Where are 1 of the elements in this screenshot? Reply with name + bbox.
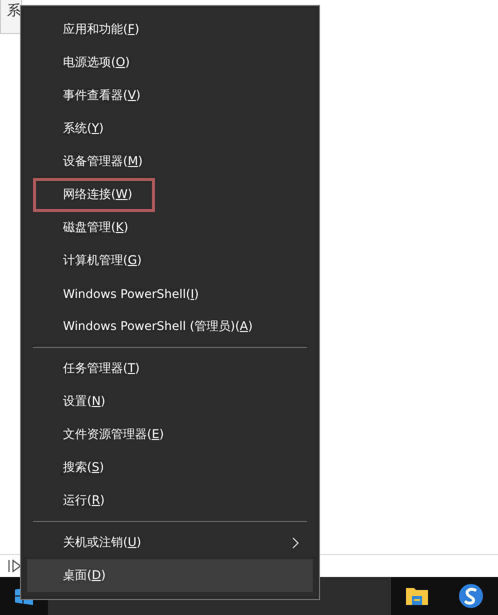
window-label: 系 bbox=[7, 3, 21, 19]
